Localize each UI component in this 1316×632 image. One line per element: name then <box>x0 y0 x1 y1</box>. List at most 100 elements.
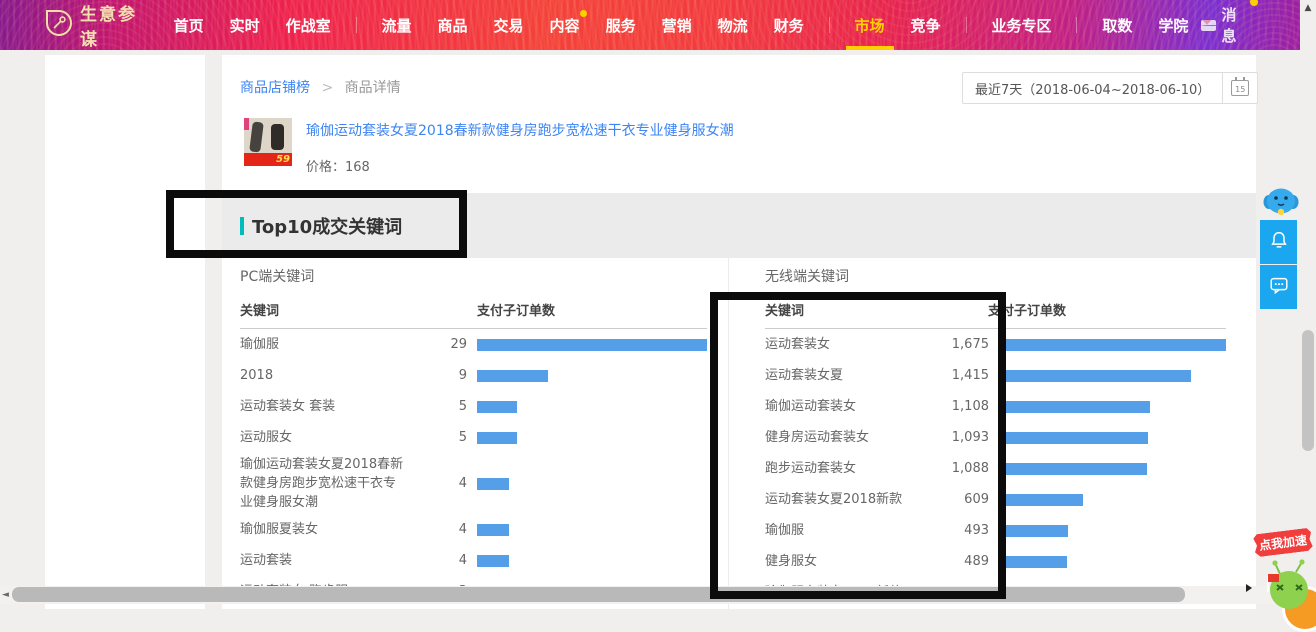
orders-bar <box>477 339 707 351</box>
feedback-chat-button[interactable] <box>1260 265 1297 309</box>
orders-bar <box>477 401 517 413</box>
nav-item-messages[interactable]: 消息 <box>1201 4 1248 46</box>
orders-bar <box>1002 432 1148 444</box>
keyword-label: 瑜伽服夏装女 <box>240 520 410 539</box>
wireless-panel-title: 无线端关键词 <box>765 266 1226 286</box>
nav-group-home: 首页 实时 作战室 <box>161 15 344 36</box>
nav-item-服务[interactable]: 服务 <box>606 15 636 36</box>
nav-item-财务[interactable]: 财务 <box>774 15 804 36</box>
wireless-col-orders: 支付子订单数 <box>988 300 1066 319</box>
nav-divider <box>829 17 830 33</box>
keyword-label: 健身服女 <box>765 552 935 571</box>
table-row: 运动服女5 <box>240 422 707 453</box>
nav-divider <box>1076 17 1077 33</box>
section-header: Top10成交关键词 <box>222 193 1256 258</box>
orders-value: 1,415 <box>935 368 997 383</box>
price-badge: 59 <box>276 154 290 165</box>
orders-bar <box>1002 401 1150 413</box>
nav-item-业务专区[interactable]: 业务专区 <box>991 15 1051 36</box>
left-side-panel <box>45 55 205 609</box>
app-logo[interactable]: 生意参谋 <box>46 0 145 50</box>
app-title: 生意参谋 <box>80 0 145 50</box>
product-title-link[interactable]: 瑜伽运动套装女夏2018春新款健身房跑步宽松速干衣专业健身服女潮 <box>306 120 734 140</box>
horizontal-scrollbar[interactable]: ◄ <box>0 586 1300 604</box>
nav-item-作战室[interactable]: 作战室 <box>286 15 331 36</box>
orders-value: 4 <box>410 522 475 537</box>
table-row: 瑜伽运动套装女夏2018春新款健身房跑步宽松速干衣专业健身服女潮4 <box>240 453 707 514</box>
table-row: 运动套装女1,675 <box>765 329 1226 360</box>
table-row: 瑜伽运动套装女1,108 <box>765 391 1226 422</box>
nav-item-取数[interactable]: 取数 <box>1102 15 1132 36</box>
nav-item-内容[interactable]: 内容 <box>550 15 580 36</box>
nav-divider <box>356 17 357 33</box>
notification-bell-button[interactable] <box>1260 220 1297 264</box>
table-row: 瑜伽服29 <box>240 329 707 360</box>
date-range-label: 最近7天（2018-06-04~2018-06-10） <box>963 73 1222 103</box>
orders-bar <box>477 370 548 382</box>
orders-bar <box>1002 463 1147 475</box>
pc-keyword-table: 瑜伽服2920189运动套装女 套装5运动服女5瑜伽运动套装女夏2018春新款健… <box>240 329 707 607</box>
vertical-scrollbar[interactable]: ▲ <box>1300 0 1316 609</box>
nav-item-市场[interactable]: 市场 <box>855 15 885 36</box>
table-row: 跑步运动套装女1,088 <box>765 453 1226 484</box>
orders-value: 1,675 <box>935 337 997 352</box>
nav-item-流量[interactable]: 流量 <box>382 15 412 36</box>
keyword-label: 瑜伽运动套装女 <box>765 397 935 416</box>
scroll-up-arrow[interactable]: ▲ <box>1300 3 1316 13</box>
orders-value: 5 <box>410 399 475 414</box>
envelope-icon <box>1201 20 1215 31</box>
orders-value: 1,088 <box>935 461 997 476</box>
nav-item-营销[interactable]: 营销 <box>662 15 692 36</box>
orders-value: 4 <box>410 476 475 491</box>
nav-item-物流[interactable]: 物流 <box>718 15 748 36</box>
wireless-col-keyword: 关键词 <box>765 304 804 319</box>
table-row: 运动套装女 套装5 <box>240 391 707 422</box>
table-row: 瑜伽服493 <box>765 515 1226 546</box>
product-price: 价格：168 <box>306 156 734 175</box>
table-row: 健身服女489 <box>765 546 1226 577</box>
date-range-picker[interactable]: 最近7天（2018-06-04~2018-06-10） 15 <box>962 72 1258 104</box>
speed-up-widget: 点我加速 <box>1246 528 1316 609</box>
pc-keywords-panel: PC端关键词 关键词 支付子订单数 瑜伽服2920189运动套装女 套装5运动服… <box>240 266 707 607</box>
pc-col-orders: 支付子订单数 <box>477 300 555 319</box>
section-accent-bar <box>240 217 244 235</box>
vertical-scroll-thumb[interactable] <box>1302 330 1314 451</box>
calendar-icon: 15 <box>1231 80 1249 96</box>
orders-value: 1,108 <box>935 399 997 414</box>
nav-group-modules: 流量 商品 交易 内容 服务 营销 物流 财务 <box>369 15 817 36</box>
panel-divider <box>728 258 729 609</box>
keyword-label: 运动套装女 套装 <box>240 397 410 416</box>
nav-item-竞争[interactable]: 竞争 <box>911 15 941 36</box>
calendar-button[interactable]: 15 <box>1222 73 1257 103</box>
breadcrumb-link-ranking[interactable]: 商品店铺榜 <box>240 80 310 96</box>
scroll-left-arrow[interactable]: ◄ <box>2 590 9 600</box>
orders-bar <box>1002 370 1191 382</box>
keyword-label: 2018 <box>240 366 410 385</box>
orders-bar <box>1002 339 1226 351</box>
keyword-label: 运动套装女夏 <box>765 366 935 385</box>
collapse-arrow-icon[interactable] <box>1246 584 1252 592</box>
nav-item-实时[interactable]: 实时 <box>230 15 260 36</box>
product-thumbnail[interactable]: 59 <box>244 118 292 166</box>
breadcrumb: 商品店铺榜 > 商品详情 <box>240 77 401 97</box>
horizontal-scroll-thumb[interactable] <box>12 587 1185 602</box>
table-row: 运动套装女夏2018新款609 <box>765 484 1226 515</box>
table-row: 瑜伽服夏装女4 <box>240 514 707 545</box>
compass-logo-icon <box>46 10 72 40</box>
orders-value: 9 <box>410 368 475 383</box>
pc-panel-title: PC端关键词 <box>240 266 707 286</box>
orders-value: 1,093 <box>935 430 997 445</box>
orders-bar <box>1002 556 1067 568</box>
orders-bar <box>477 432 517 444</box>
nav-item-学院[interactable]: 学院 <box>1158 15 1188 36</box>
top-navbar: 生意参谋 首页实时作战室 流量商品交易内容服务营销物流财务 市场竞争 业务专区 … <box>0 0 1300 50</box>
table-row: 健身房运动套装女1,093 <box>765 422 1226 453</box>
nav-item-交易[interactable]: 交易 <box>494 15 524 36</box>
orders-value: 489 <box>935 554 997 569</box>
speed-up-bubble[interactable]: 点我加速 <box>1253 528 1313 558</box>
nav-item-首页[interactable]: 首页 <box>174 15 204 36</box>
nav-item-商品[interactable]: 商品 <box>438 15 468 36</box>
orders-bar <box>477 524 509 536</box>
keyword-label: 运动服女 <box>240 428 410 447</box>
orders-bar <box>477 478 509 490</box>
